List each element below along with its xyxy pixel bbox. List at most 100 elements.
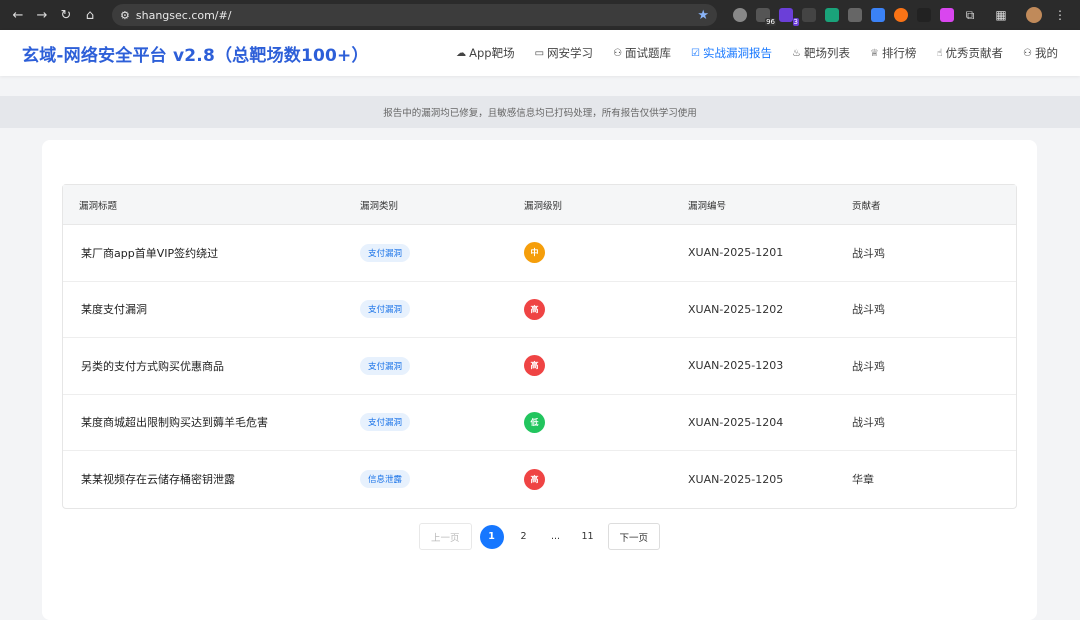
extension-green-icon[interactable]	[825, 8, 839, 22]
extensions-puzzle-icon[interactable]: ⧉	[963, 8, 977, 22]
extension-pink-icon[interactable]	[940, 8, 954, 22]
forward-icon[interactable]: →	[32, 5, 52, 25]
extension-circle-icon[interactable]	[733, 8, 747, 22]
prev-page-button[interactable]: 上一页	[418, 523, 472, 550]
vuln-id: XUAN-2025-1204	[688, 415, 784, 429]
site-logo[interactable]: 玄域-网络安全平台 v2.8（总靶场数100+）	[22, 41, 369, 66]
check-square-icon: ☑	[691, 47, 700, 59]
browser-toolbar: ← → ↻ ⌂ ⚙ shangsec.com/#/ ★ 96 3 ⧉ ▦ ⋮	[0, 0, 1080, 30]
pagination: 上一页 1 2 ... 11 下一页	[42, 523, 1037, 550]
vuln-table: 漏洞标题 漏洞类别 漏洞级别 漏洞编号 贡献者 某厂商app首单VIP签约绕过支…	[62, 184, 1017, 509]
contributor-name: 战斗鸡	[852, 359, 885, 373]
menu-dots-icon[interactable]: ⋮	[1054, 8, 1066, 22]
page-ellipsis: ...	[550, 531, 561, 542]
thumbs-up-icon: ☝	[936, 47, 943, 59]
extension-3-icon[interactable]: 3	[779, 8, 799, 26]
col-category: 漏洞类别	[360, 200, 399, 212]
level-badge: 高	[524, 298, 545, 320]
nav-interview-bank[interactable]: ⚇ 面试题库	[613, 45, 671, 61]
nav-my-account[interactable]: ⚇ 我的	[1023, 45, 1058, 61]
user-icon: ⚇	[613, 47, 623, 59]
category-tag: 支付漏洞	[360, 300, 411, 319]
nav-range-list[interactable]: ♨ 靶场列表	[792, 45, 850, 61]
col-contributor: 贡献者	[852, 200, 881, 212]
profile-avatar[interactable]	[1026, 7, 1042, 23]
vuln-id: XUAN-2025-1201	[688, 246, 784, 260]
col-level: 漏洞级别	[524, 200, 563, 212]
contributor-name: 战斗鸡	[852, 303, 885, 317]
category-cell: 支付漏洞	[360, 413, 524, 432]
extension-columns-icon[interactable]	[802, 8, 816, 22]
category-cell: 支付漏洞	[360, 356, 524, 375]
level-cell: 高	[524, 468, 688, 490]
vuln-title[interactable]: 某度商城超出限制购买达到薅羊毛危害	[63, 414, 360, 430]
nav-app-range[interactable]: ☁ App靶场	[456, 45, 514, 61]
level-badge: 中	[524, 242, 545, 264]
next-page-button[interactable]: 下一页	[607, 523, 661, 550]
level-cell: 高	[524, 355, 688, 377]
user-icon: ⚇	[1023, 47, 1032, 59]
contributor-name: 华章	[852, 473, 874, 487]
split-view-icon[interactable]: ▦	[994, 8, 1008, 22]
level-badge: 高	[524, 468, 545, 490]
col-title: 漏洞标题	[79, 200, 118, 212]
category-tag: 支付漏洞	[360, 356, 411, 375]
home-icon[interactable]: ⌂	[80, 5, 100, 25]
back-icon[interactable]: ←	[8, 5, 28, 25]
category-cell: 支付漏洞	[360, 300, 524, 319]
table-row[interactable]: 某厂商app首单VIP签约绕过 支付漏洞 中 XUAN-2025-1201 战斗鸡	[63, 225, 1016, 282]
nav-vuln-reports[interactable]: ☑ 实战漏洞报告	[691, 45, 772, 61]
bookmark-star-icon[interactable]: ★	[697, 8, 709, 23]
level-badge: 低	[524, 411, 545, 433]
contributor-name: 战斗鸡	[852, 246, 885, 260]
extension-orange-icon[interactable]	[894, 8, 908, 22]
level-cell: 低	[524, 411, 688, 433]
table-row[interactable]: 某度商城超出限制购买达到薅羊毛危害 支付漏洞 低 XUAN-2025-1204 战斗鸡	[63, 395, 1016, 451]
category-cell: 支付漏洞	[360, 243, 524, 262]
vuln-title[interactable]: 某度支付漏洞	[63, 301, 360, 317]
site-header: 玄域-网络安全平台 v2.8（总靶场数100+） ☁ App靶场 ▭ 网安学习 ⚇ 面…	[0, 30, 1080, 76]
page-2-button[interactable]: 2	[512, 525, 536, 549]
address-bar[interactable]: ⚙ shangsec.com/#/ ★	[112, 4, 717, 26]
vuln-title[interactable]: 某某视频存在云储存桶密钥泄露	[63, 471, 360, 487]
vuln-id: XUAN-2025-1202	[688, 302, 784, 316]
trophy-icon: ♕	[869, 47, 879, 59]
table-header: 漏洞标题 漏洞类别 漏洞级别 漏洞编号 贡献者	[63, 185, 1016, 225]
category-tag: 支付漏洞	[360, 243, 411, 262]
main-nav: ☁ App靶场 ▭ 网安学习 ⚇ 面试题库 ☑ 实战漏洞报告 ♨ 靶场列表 ♕ 排行榜 ☝ 优…	[456, 45, 1058, 61]
page-1-button[interactable]: 1	[479, 524, 504, 549]
vuln-title[interactable]: 某厂商app首单VIP签约绕过	[63, 245, 360, 261]
level-cell: 高	[524, 298, 688, 320]
table-row[interactable]: 某某视频存在云储存桶密钥泄露 信息泄露 高 XUAN-2025-1205 华章	[63, 451, 1016, 508]
reload-icon[interactable]: ↻	[56, 5, 76, 25]
book-icon: ▭	[534, 47, 545, 59]
table-row[interactable]: 某度支付漏洞 支付漏洞 高 XUAN-2025-1202 战斗鸡	[63, 282, 1016, 338]
flame-icon: ♨	[792, 47, 801, 59]
site-settings-icon[interactable]: ⚙	[120, 9, 130, 22]
notice-banner: 报告中的漏洞均已修复，且敏感信息均已打码处理，所有报告仅供学习使用	[0, 96, 1080, 128]
nav-top-contributors[interactable]: ☝ 优秀贡献者	[936, 45, 1003, 61]
contributor-name: 战斗鸡	[852, 416, 885, 430]
category-tag: 信息泄露	[360, 470, 411, 489]
level-badge: 高	[524, 355, 545, 377]
vuln-id: XUAN-2025-1203	[688, 359, 784, 373]
vuln-id: XUAN-2025-1205	[688, 472, 784, 486]
vuln-title[interactable]: 另类的支付方式购买优惠商品	[63, 358, 360, 374]
cloud-icon: ☁	[456, 47, 467, 59]
category-cell: 信息泄露	[360, 470, 524, 489]
page-11-button[interactable]: 11	[576, 525, 600, 549]
nav-leaderboard[interactable]: ♕ 排行榜	[870, 45, 916, 61]
report-card: 漏洞标题 漏洞类别 漏洞级别 漏洞编号 贡献者 某厂商app首单VIP签约绕过支…	[42, 140, 1037, 620]
table-row[interactable]: 另类的支付方式购买优惠商品 支付漏洞 高 XUAN-2025-1203 战斗鸡	[63, 338, 1016, 395]
extension-96-icon[interactable]: 96	[756, 8, 776, 26]
nav-security-learning[interactable]: ▭ 网安学习	[535, 45, 593, 61]
level-cell: 中	[524, 242, 688, 264]
extension-binary-icon[interactable]	[917, 8, 931, 22]
category-tag: 支付漏洞	[360, 413, 411, 432]
table-body: 某厂商app首单VIP签约绕过 支付漏洞中 XUAN-2025-1201 战斗鸡 某度支…	[63, 225, 1016, 508]
extensions-bar: 96 3 ⧉ ▦	[733, 8, 1008, 26]
col-id: 漏洞编号	[688, 200, 727, 212]
extension-puzzle-blue-icon[interactable]	[871, 8, 885, 22]
url-text: shangsec.com/#/	[135, 8, 232, 22]
extension-doc-icon[interactable]	[848, 8, 862, 22]
